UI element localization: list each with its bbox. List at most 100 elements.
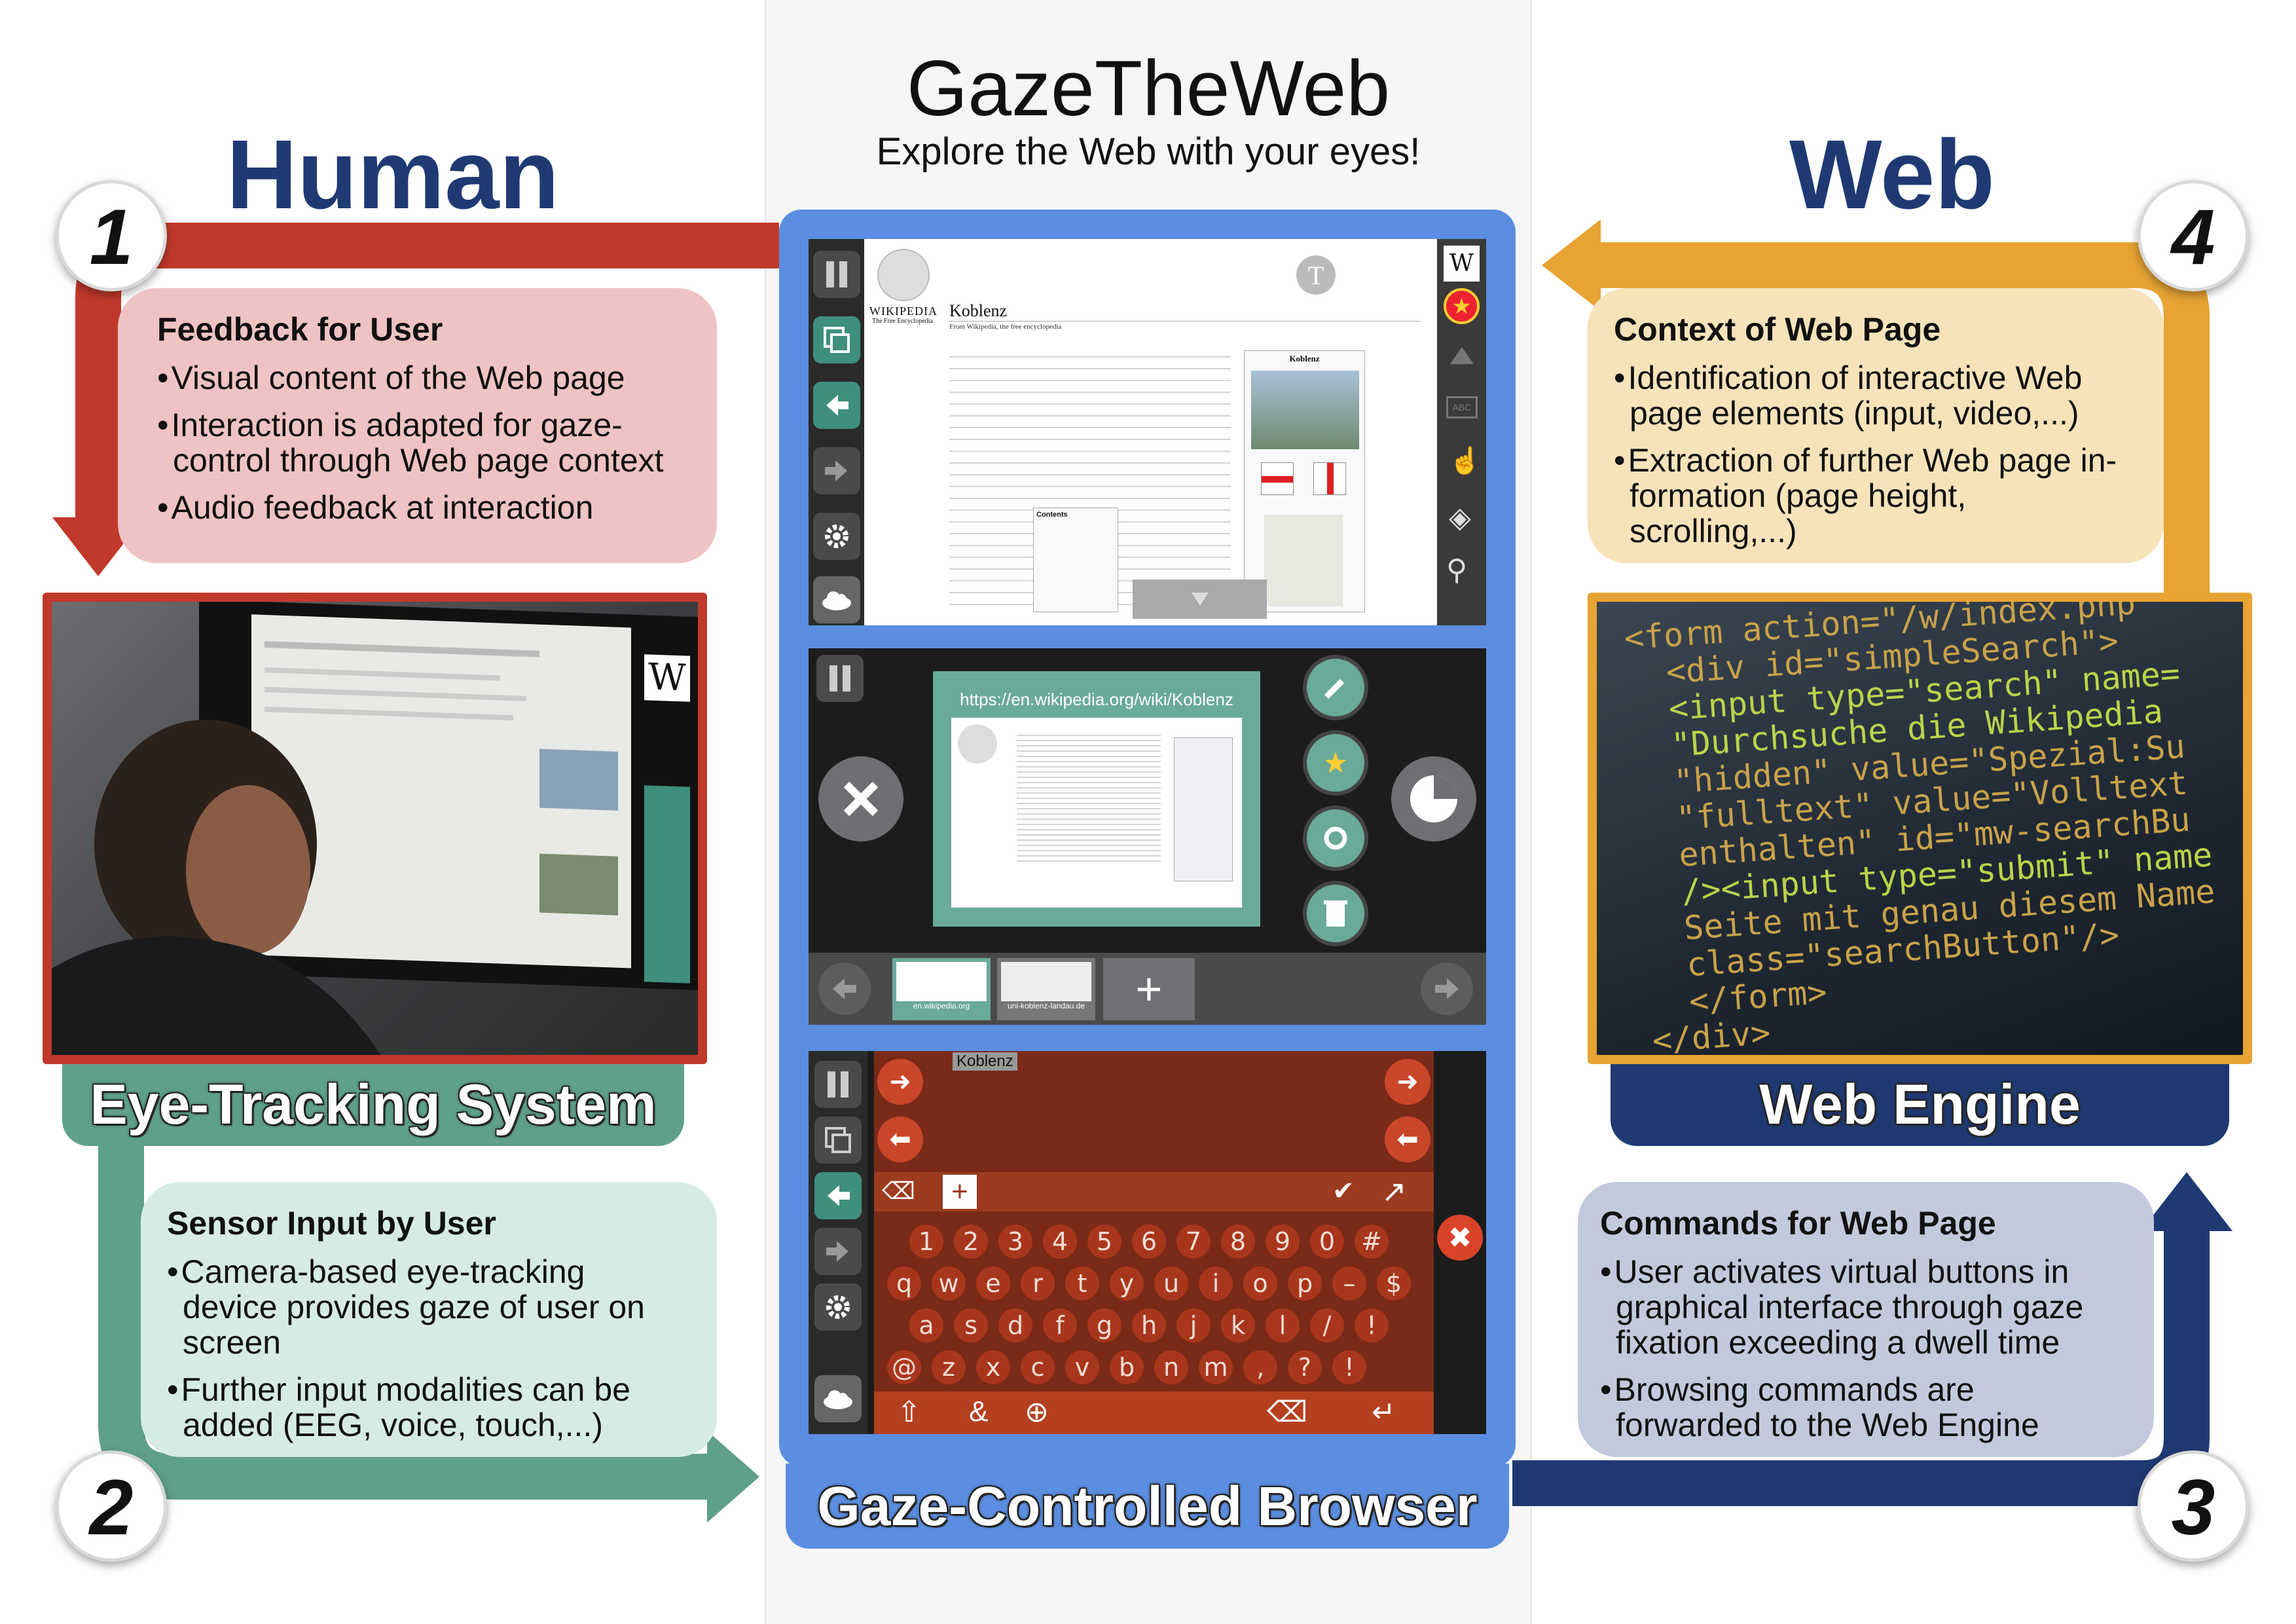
browser-screen-tabs: https://en.wikipedia.org/wiki/Koblenz ★ …	[809, 648, 1486, 1025]
keyboard-key[interactable]: #	[1355, 1225, 1389, 1259]
keyboard-key[interactable]: ‚	[1243, 1350, 1277, 1384]
keyboard-key[interactable]: p	[1288, 1266, 1322, 1301]
forward-button[interactable]	[814, 1228, 862, 1275]
pause-button[interactable]	[813, 251, 860, 298]
keyboard-key[interactable]: l	[1266, 1308, 1300, 1342]
keyboard-key[interactable]: q	[887, 1266, 921, 1301]
settings-icon[interactable]	[814, 1283, 862, 1331]
web-engine-frame: <form action="/w/index.php" <div id="sim…	[1588, 593, 2252, 1064]
cloud-icon[interactable]	[814, 1375, 862, 1422]
bookmark-star-icon[interactable]: ★	[1444, 288, 1480, 324]
keyboard-key[interactable]: 6	[1132, 1225, 1166, 1259]
keyboard-key[interactable]: 2	[954, 1225, 988, 1259]
tab-preview[interactable]: https://en.wikipedia.org/wiki/Koblenz	[933, 671, 1260, 927]
scroll-up-icon[interactable]	[1450, 347, 1474, 364]
confirm-icon[interactable]: ✔	[1332, 1176, 1355, 1206]
keyboard-key[interactable]: @	[887, 1350, 921, 1384]
keyboard-key[interactable]: x	[976, 1350, 1010, 1384]
keyboard-key[interactable]: n	[1154, 1350, 1188, 1384]
page-subtitle: Explore the Web with your eyes!	[876, 130, 1421, 173]
keyboard-key[interactable]: w	[932, 1266, 966, 1301]
close-tab-button[interactable]	[818, 756, 903, 841]
keyboard-key[interactable]: 9	[1266, 1225, 1300, 1259]
add-icon[interactable]: +	[943, 1175, 977, 1209]
close-keyboard-button[interactable]: ✖	[1437, 1215, 1483, 1261]
previous-input-icon[interactable]: ⬅	[877, 1116, 923, 1162]
click-hand-icon[interactable]: ☝	[1449, 445, 1482, 476]
keyboard-key[interactable]: f	[1043, 1308, 1077, 1342]
keyboard-key[interactable]: z	[932, 1350, 966, 1384]
text-field-icon[interactable]: ABC	[1446, 396, 1478, 418]
keyboard-key[interactable]: 4	[1043, 1225, 1077, 1259]
keyboard-key[interactable]: !	[1332, 1350, 1366, 1384]
keyboard-key[interactable]: o	[1243, 1266, 1277, 1301]
zoom-icon[interactable]: ⚲	[1446, 553, 1467, 587]
back-button[interactable]	[814, 1172, 862, 1219]
settings-icon[interactable]	[813, 513, 860, 560]
keyboard-key[interactable]: m	[1199, 1350, 1233, 1384]
tab-left-arrow[interactable]	[818, 963, 871, 1015]
text-input-icon[interactable]: T	[1296, 255, 1336, 295]
keyboard-key[interactable]: e	[976, 1266, 1010, 1301]
keyboard-key[interactable]: a	[909, 1308, 943, 1342]
special-chars-icon[interactable]: &	[969, 1395, 988, 1428]
cloud-icon[interactable]	[813, 576, 860, 623]
tabs-button[interactable]	[814, 1116, 862, 1164]
keyboard-key[interactable]: –	[1332, 1266, 1366, 1301]
keyboard-text: Koblenz	[953, 1052, 1017, 1071]
keyboard-key[interactable]: u	[1154, 1266, 1188, 1301]
scroll-down-button[interactable]	[1133, 580, 1267, 619]
keyboard-key[interactable]: d	[998, 1308, 1032, 1342]
keyboard-key[interactable]: i	[1199, 1266, 1233, 1301]
keyboard-key[interactable]: 1	[909, 1225, 943, 1259]
keyboard-key[interactable]: h	[1132, 1308, 1166, 1342]
next-input-icon[interactable]: ➜	[877, 1059, 923, 1105]
keyboard-key[interactable]: c	[1021, 1350, 1055, 1384]
navigation-icon[interactable]: ◈	[1449, 501, 1471, 534]
keyboard-key[interactable]: k	[1221, 1308, 1255, 1342]
keyboard-key[interactable]: ?	[1288, 1350, 1322, 1384]
keyboard-key[interactable]: $	[1377, 1266, 1411, 1301]
keyboard-bottom-bar: ⇧ & ⊕ ⌫ ↵	[874, 1392, 1434, 1434]
keyboard-key[interactable]: 7	[1176, 1225, 1211, 1259]
forward-button[interactable]	[813, 447, 860, 494]
edit-icon[interactable]	[1303, 655, 1368, 720]
pause-button[interactable]	[816, 655, 864, 702]
pause-button[interactable]	[814, 1061, 862, 1108]
keyboard-key[interactable]: 8	[1221, 1225, 1255, 1259]
tab-thumb-1[interactable]: en.wikipedia.org	[892, 958, 991, 1020]
star-icon[interactable]: ★	[1303, 730, 1368, 796]
tabs-button[interactable]	[813, 316, 860, 363]
right-toolbar: W ★ ABC ☝ ◈ ⚲	[1437, 239, 1486, 625]
keyboard-key[interactable]: t	[1065, 1266, 1099, 1301]
tab-right-arrow[interactable]	[1421, 963, 1473, 1015]
keyboard-key[interactable]: 0	[1310, 1225, 1344, 1259]
delete-icon[interactable]: ⌫	[882, 1177, 915, 1205]
keyboard-key[interactable]: !	[1355, 1308, 1389, 1342]
keyboard-key[interactable]: 5	[1087, 1225, 1121, 1259]
keyboard-key[interactable]: s	[954, 1308, 988, 1342]
keyboard-key[interactable]: y	[1110, 1266, 1144, 1301]
keyboard-key[interactable]: /	[1310, 1308, 1344, 1342]
keyboard-row: a s d f g h j k l /!	[887, 1308, 1424, 1342]
keyboard-key[interactable]: b	[1110, 1350, 1144, 1384]
previous-input-icon-right[interactable]: ⬅	[1385, 1116, 1430, 1162]
keyboard-key[interactable]: g	[1087, 1308, 1121, 1342]
tab-thumb-2[interactable]: uni-koblenz-landau.de	[997, 958, 1095, 1020]
timer-icon[interactable]	[1391, 756, 1476, 841]
reload-icon[interactable]	[1303, 805, 1368, 871]
keyboard-key[interactable]: 3	[998, 1225, 1032, 1259]
backspace-icon[interactable]: ⌫	[1267, 1395, 1307, 1429]
code-screen: <form action="/w/index.php" <div id="sim…	[1597, 602, 2243, 1055]
add-tab-button[interactable]: +	[1103, 958, 1195, 1020]
enter-icon[interactable]: ↵	[1372, 1395, 1396, 1429]
back-button[interactable]	[813, 382, 860, 429]
trash-icon[interactable]	[1303, 881, 1368, 946]
keyboard-key[interactable]: r	[1021, 1266, 1055, 1301]
submit-icon[interactable]: ↗	[1381, 1173, 1407, 1209]
globe-icon[interactable]: ⊕	[1025, 1395, 1049, 1429]
next-input-icon-right[interactable]: ➜	[1385, 1059, 1430, 1105]
shift-icon[interactable]: ⇧	[897, 1395, 921, 1429]
keyboard-key[interactable]: j	[1176, 1308, 1211, 1342]
keyboard-key[interactable]: v	[1065, 1350, 1099, 1384]
